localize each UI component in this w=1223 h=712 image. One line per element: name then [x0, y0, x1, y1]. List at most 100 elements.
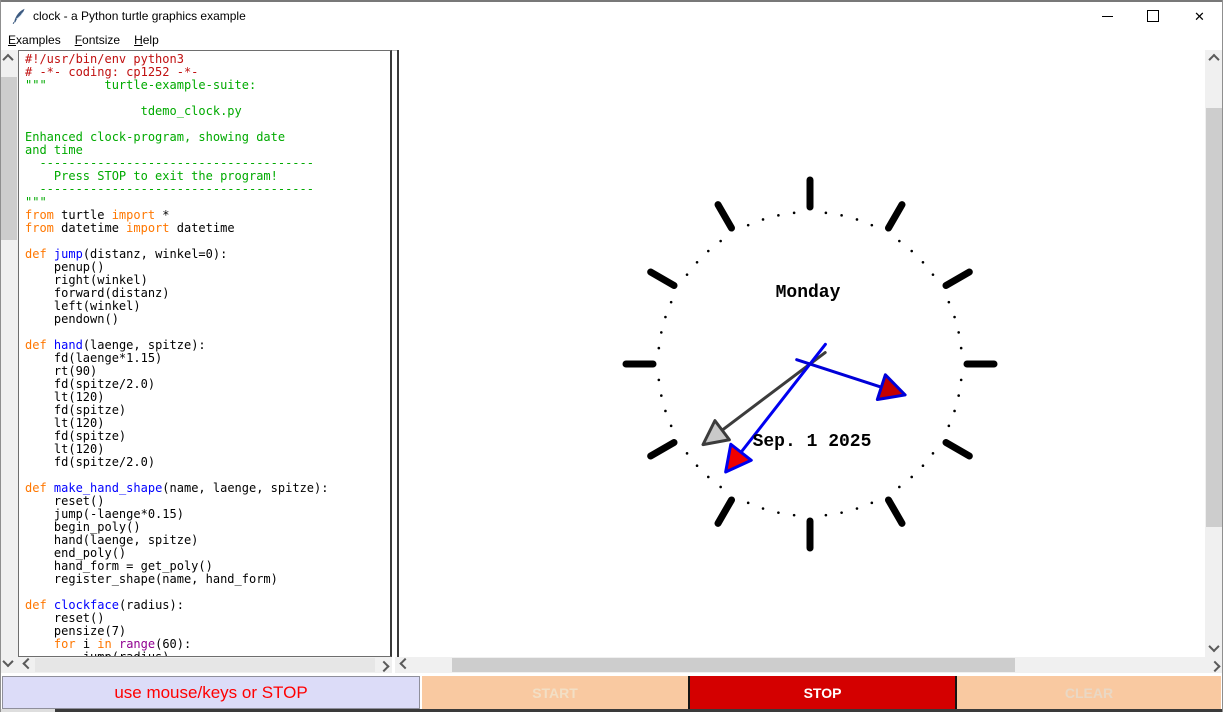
status-bar: use mouse/keys or STOP START STOP CLEAR — [0, 676, 1223, 709]
clock-minute-dot — [898, 239, 901, 243]
scroll-right-arrow-icon[interactable] — [376, 657, 392, 673]
clock-minute-dot — [719, 239, 722, 243]
chevron-up-icon — [1208, 53, 1220, 66]
clock-minute-dot — [746, 501, 750, 505]
chevron-right-icon — [1209, 660, 1221, 673]
clock-minute-dot — [910, 249, 914, 253]
clock-minute-dot — [921, 260, 925, 264]
clock-hand-tip-hour — [875, 373, 907, 402]
clock-date-label: Sep. 1 2025 — [753, 432, 872, 452]
clock-minute-dot — [685, 273, 689, 276]
title-bar[interactable]: clock - a Python turtle graphics example… — [0, 2, 1223, 30]
clock-minute-dot — [931, 452, 935, 455]
editor-vertical-scrollbar[interactable] — [0, 50, 18, 673]
clock-minute-dot — [777, 214, 780, 217]
chevron-down-icon — [1208, 640, 1220, 653]
canvas-vscroll-thumb[interactable] — [1206, 108, 1222, 527]
clock-minute-dot — [953, 409, 956, 413]
chevron-right-icon — [378, 660, 390, 673]
code-line: pendown() — [25, 312, 119, 326]
clock-minute-dot — [746, 223, 750, 227]
window-left-border — [0, 0, 1, 712]
editor-hscroll-thumb[interactable] — [35, 658, 375, 672]
clock-minute-dot — [660, 394, 663, 397]
clock-minute-dot — [910, 475, 914, 479]
scroll-right-arrow-icon[interactable] — [1207, 657, 1223, 673]
clock-minute-dot — [824, 513, 828, 517]
clock-minute-dot — [870, 223, 874, 227]
clock-minute-dot — [792, 513, 796, 517]
clock-minute-dot — [959, 346, 963, 350]
clock-drawing: Monday Sep. 1 2025 — [622, 176, 998, 552]
chevron-down-icon — [2, 655, 14, 668]
clock-minute-dot — [706, 475, 710, 479]
clock-minute-dot — [870, 501, 874, 505]
clock-minute-dot — [664, 409, 667, 413]
clock-hour-mark — [942, 439, 973, 460]
menu-item-help[interactable]: Help — [127, 30, 166, 50]
chevron-up-icon — [2, 53, 14, 66]
clock-minute-dot — [957, 394, 960, 397]
clock-hour-mark — [885, 496, 906, 527]
clock-minute-dot — [947, 300, 951, 304]
canvas-horizontal-scrollbar[interactable] — [395, 657, 1223, 673]
maximize-button[interactable] — [1130, 2, 1176, 30]
clock-minute-dot — [664, 315, 667, 319]
canvas-hscroll-thumb[interactable] — [452, 658, 1015, 672]
clock-minute-dot — [855, 507, 859, 510]
clock-minute-dot — [669, 424, 673, 428]
close-button[interactable]: ✕ — [1176, 2, 1223, 30]
clock-minute-dot — [706, 249, 710, 253]
clock-hand-hour — [795, 358, 883, 389]
code-editor[interactable]: #!/usr/bin/env python3 # -*- coding: cp12… — [18, 50, 392, 657]
clock-minute-dot — [921, 464, 925, 468]
scroll-up-arrow-icon[interactable] — [1206, 50, 1222, 66]
stop-button[interactable]: STOP — [688, 676, 957, 709]
minimize-icon — [1101, 15, 1113, 17]
close-icon: ✕ — [1194, 8, 1205, 24]
canvas-vertical-scrollbar[interactable] — [1205, 50, 1223, 657]
clear-button[interactable]: CLEAR — [957, 676, 1221, 709]
clock-hour-mark — [714, 201, 735, 232]
chevron-left-icon — [399, 657, 411, 670]
clock-hour-mark — [714, 496, 735, 527]
menu-item-examples[interactable]: Examples — [0, 30, 68, 50]
scroll-up-arrow-icon[interactable] — [0, 50, 16, 66]
clock-minute-dot — [931, 273, 935, 276]
minimize-button[interactable] — [1084, 2, 1130, 30]
clock-minute-dot — [840, 511, 843, 514]
clock-minute-dot — [947, 424, 951, 428]
clock-minute-dot — [840, 214, 843, 217]
scroll-down-arrow-icon[interactable] — [0, 655, 16, 671]
clock-day-label: Monday — [776, 283, 841, 303]
code-line: """ turtle-example-suite: — [25, 78, 257, 92]
scroll-left-arrow-icon[interactable] — [20, 657, 36, 673]
clock-minute-dot — [777, 511, 780, 514]
clock-minute-dot — [957, 331, 960, 334]
clock-minute-dot — [695, 464, 699, 468]
clock-minute-dot — [959, 378, 963, 382]
maximize-icon — [1147, 10, 1159, 22]
clock-minute-dot — [669, 300, 673, 304]
turtle-canvas[interactable]: Monday Sep. 1 2025 — [399, 50, 1205, 657]
clock-minute-dot — [660, 331, 663, 334]
scroll-down-arrow-icon[interactable] — [1206, 640, 1222, 656]
scroll-left-arrow-icon[interactable] — [397, 657, 413, 673]
editor-horizontal-scrollbar[interactable] — [18, 657, 392, 673]
menu-item-fontsize[interactable]: Fontsize — [68, 30, 127, 50]
clock-minute-dot — [761, 218, 765, 221]
chevron-left-icon — [22, 657, 34, 670]
clock-hand-tip-minute — [724, 442, 753, 474]
editor-vscroll-thumb[interactable] — [1, 77, 17, 240]
code-line: tdemo_clock.py — [25, 104, 242, 118]
start-button[interactable]: START — [422, 676, 688, 709]
clock-hour-mark — [647, 268, 678, 289]
window-title: clock - a Python turtle graphics example — [33, 9, 246, 23]
clock-minute-dot — [761, 507, 765, 510]
clock-minute-dot — [685, 452, 689, 455]
menu-bar: Examples Fontsize Help — [0, 30, 1223, 50]
clock-minute-dot — [719, 485, 722, 489]
clock-minute-dot — [792, 211, 796, 215]
clock-minute-dot — [657, 346, 661, 350]
code-line: -------------------------------------- — [25, 182, 314, 196]
